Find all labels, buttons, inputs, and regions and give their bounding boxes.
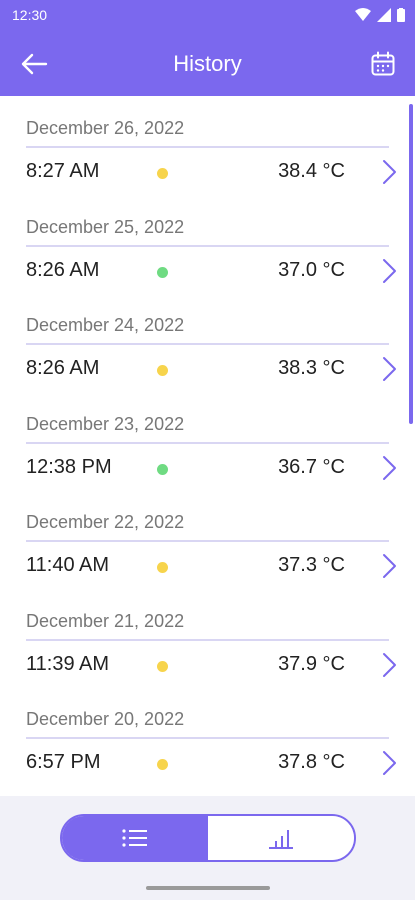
history-row[interactable]: 8:26 AM 38.3 °C [0,347,415,391]
view-toggle [60,814,356,862]
history-row[interactable]: 8:26 AM 37.0 °C [0,249,415,293]
divider [26,343,389,345]
list-icon [122,829,147,847]
reading-time: 6:57 PM [26,751,101,773]
header: 12:30 History [0,0,415,96]
history-date: December 20, 2022 [26,709,185,729]
battery-icon [397,8,405,22]
temperature-value: 37.8 °C [278,751,345,773]
history-row[interactable]: 8:27 AM 38.4 °C [0,150,415,194]
history-group: December 20, 2022 6:57 PM 37.8 °C [0,687,415,786]
bottom-bar [0,796,415,900]
chart-view-button[interactable] [208,816,354,860]
temperature-value: 38.3 °C [278,357,345,379]
temperature-value: 37.3 °C [278,554,345,576]
status-dot [157,562,168,573]
divider [26,441,389,444]
history-row[interactable]: 11:40 AM 37.3 °C [0,544,415,588]
scrollbar[interactable] [409,104,413,424]
reading-time: 8:26 AM [26,357,100,379]
divider [26,737,389,739]
app-bar: History [0,32,415,96]
history-group: December 25, 2022 8:26 AM 37.0 °C [0,195,415,294]
reading-time: 11:40 AM [26,554,110,576]
history-group: December 21, 2022 11:39 AM 37.9 °C [0,589,415,688]
status-dot [157,759,168,770]
reading-time: 8:26 AM [26,258,100,281]
status-dot [157,266,168,278]
divider [26,540,389,542]
history-row[interactable]: 12:38 PM 36.7 °C [0,446,415,490]
temperature-value: 36.7 °C [278,455,345,478]
reading-time: 12:38 PM [26,455,112,478]
status-dot [157,168,168,179]
status-dot [157,660,168,672]
divider [26,638,389,641]
chevron-right-icon [383,455,396,480]
history-group: December 22, 2022 11:40 AM 37.3 °C [0,490,415,589]
chevron-right-icon [383,357,396,381]
history-list[interactable]: December 26, 2022 8:27 AM 38.4 °C Decemb… [0,96,415,796]
temperature-value: 37.9 °C [278,652,345,675]
divider [26,146,389,148]
list-view-button[interactable] [62,816,208,860]
history-date: December 26, 2022 [26,118,185,138]
status-dot [157,463,168,475]
chevron-right-icon [383,554,396,578]
history-group: December 26, 2022 8:27 AM 38.4 °C [0,96,415,195]
status-dot [157,365,168,376]
bar-chart-icon [269,830,293,849]
home-indicator[interactable] [146,886,270,890]
calendar-button[interactable] [365,46,401,82]
reading-time: 8:27 AM [26,160,100,182]
page-title: History [173,51,242,76]
history-date: December 24, 2022 [26,315,185,335]
history-row[interactable]: 6:57 PM 37.8 °C [0,741,415,785]
signal-icon [377,8,391,22]
chevron-right-icon [383,258,396,283]
history-group: December 23, 2022 12:38 PM 36.7 °C [0,392,415,491]
chevron-right-icon [383,751,396,775]
chevron-right-icon [383,652,396,677]
history-row[interactable]: 11:39 AM 37.9 °C [0,643,415,687]
status-icons [355,8,405,22]
divider [26,244,389,247]
calendar-icon [371,51,395,76]
chevron-right-icon [383,160,396,184]
temperature-value: 38.4 °C [278,160,345,182]
history-date: December 23, 2022 [26,413,185,434]
history-date: December 22, 2022 [26,512,185,532]
wifi-icon [355,8,371,21]
status-bar: 12:30 [0,0,415,32]
reading-time: 11:39 AM [26,652,110,675]
temperature-value: 37.0 °C [278,258,345,281]
status-time: 12:30 [12,7,48,23]
history-date: December 21, 2022 [26,610,185,631]
history-group: December 24, 2022 8:26 AM 38.3 °C [0,293,415,392]
history-date: December 25, 2022 [26,216,185,237]
